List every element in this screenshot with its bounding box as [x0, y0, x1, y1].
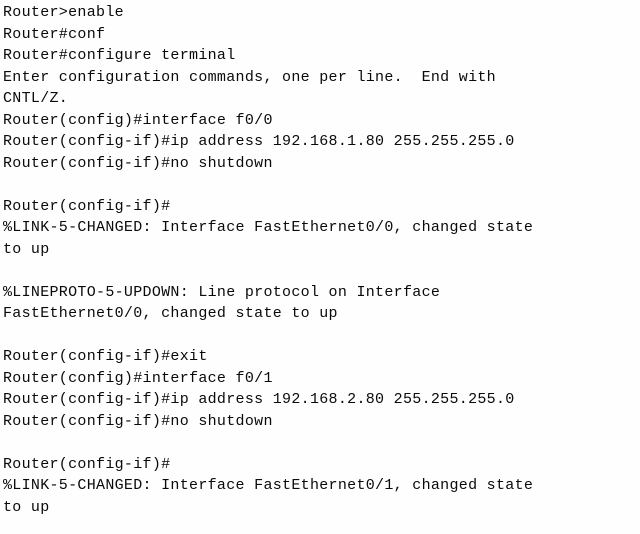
console-line: CNTL/Z. [3, 90, 69, 107]
console-line: Router(config-if)#ip address 192.168.1.8… [3, 133, 515, 150]
console-line: Router(config-if)#exit [3, 348, 208, 365]
console-line: Router#conf [3, 25, 106, 43]
console-line: %LINK-5-CHANGED: Interface FastEthernet0… [3, 219, 534, 236]
console-line: Router(config-if)#no shutdown [3, 154, 273, 172]
console-line: to up [3, 498, 50, 516]
console-line: Router(config)#interface f0/1 [3, 369, 273, 387]
console-line: Router(config-if)# [3, 197, 171, 215]
console-line: Router(config)#interface f0/0 [3, 111, 273, 129]
console-line: Router#configure terminal [3, 47, 236, 64]
console-line: Router(config-if)#ip address 192.168.2.8… [3, 391, 515, 408]
console-line: Enter configuration commands, one per li… [3, 68, 496, 86]
console-line: to up [3, 240, 50, 258]
console-output[interactable]: Router>enable Router#conf Router#configure… [3, 2, 640, 534]
console-line: Router(config-if)#no shutdown [3, 412, 273, 430]
console-line: %LINEPROTO-5-UPDOWN: Line protocol on In… [3, 283, 441, 301]
console-line: Router(config-if)# [3, 455, 171, 473]
console-line: Router>enable [3, 4, 124, 21]
terminal-window[interactable]: Router>enable Router#conf Router#configure… [0, 0, 640, 534]
console-line: %LINK-5-CHANGED: Interface FastEthernet0… [3, 477, 534, 494]
console-line: FastEthernet0/0, changed state to up [3, 305, 338, 322]
